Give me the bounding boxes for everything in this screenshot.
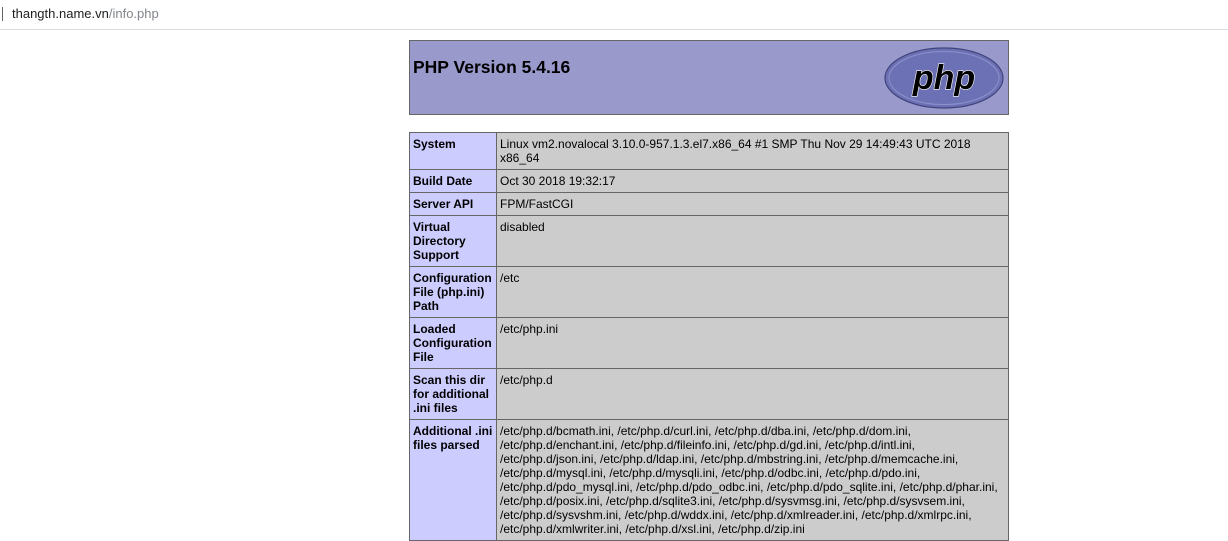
table-row: Scan this dir for additional .ini files /… — [409, 368, 1009, 420]
row-value: /etc/php.d/bcmath.ini, /etc/php.d/curl.i… — [496, 419, 1009, 541]
row-label: Additional .ini files parsed — [409, 419, 497, 541]
url-text[interactable]: thangth.name.vn/info.php — [12, 6, 159, 22]
php-logo: php — [884, 47, 1004, 109]
row-label: Server API — [409, 192, 497, 216]
url-path: /info.php — [108, 6, 159, 21]
row-value: disabled — [496, 215, 1009, 267]
address-bar[interactable]: thangth.name.vn/info.php — [0, 0, 1228, 30]
row-value: Oct 30 2018 19:32:17 — [496, 169, 1009, 193]
text-cursor — [2, 7, 3, 21]
table-row: Additional .ini files parsed/etc/php.d/b… — [409, 419, 1009, 541]
row-label: System — [409, 132, 497, 170]
table-row: Build Date Oct 30 2018 19:32:17 — [409, 169, 1009, 193]
row-value: /etc — [496, 266, 1009, 318]
row-label: Virtual Directory Support — [409, 215, 497, 267]
row-label: Configuration File (php.ini) Path — [409, 266, 497, 318]
php-info-table: System Linux vm2.novalocal 3.10.0-957.1.3… — [409, 132, 1009, 541]
table-row: Virtual Directory Support disabled — [409, 215, 1009, 267]
table-row: System Linux vm2.novalocal 3.10.0-957.1.3… — [409, 132, 1009, 170]
row-value: FPM/FastCGI — [496, 192, 1009, 216]
row-label: Scan this dir for additional .ini files — [409, 368, 497, 420]
row-value: /etc/php.d — [496, 368, 1009, 420]
table-row: Loaded Configuration File/etc/php.ini — [409, 317, 1009, 369]
table-row: Configuration File (php.ini) Path/etc — [409, 266, 1009, 318]
url-host: thangth.name.vn — [12, 6, 109, 21]
php-info-header: PHP Version 5.4.16 php — [409, 40, 1009, 115]
row-value: Linux vm2.novalocal 3.10.0-957.1.3.el7.x… — [496, 132, 1009, 170]
row-value: /etc/php.ini — [496, 317, 1009, 369]
row-label: Loaded Configuration File — [409, 317, 497, 369]
php-logo-text: php — [912, 59, 975, 97]
page-title: PHP Version 5.4.16 — [413, 57, 571, 77]
table-row: Server API FPM/FastCGI — [409, 192, 1009, 216]
row-label: Build Date — [409, 169, 497, 193]
